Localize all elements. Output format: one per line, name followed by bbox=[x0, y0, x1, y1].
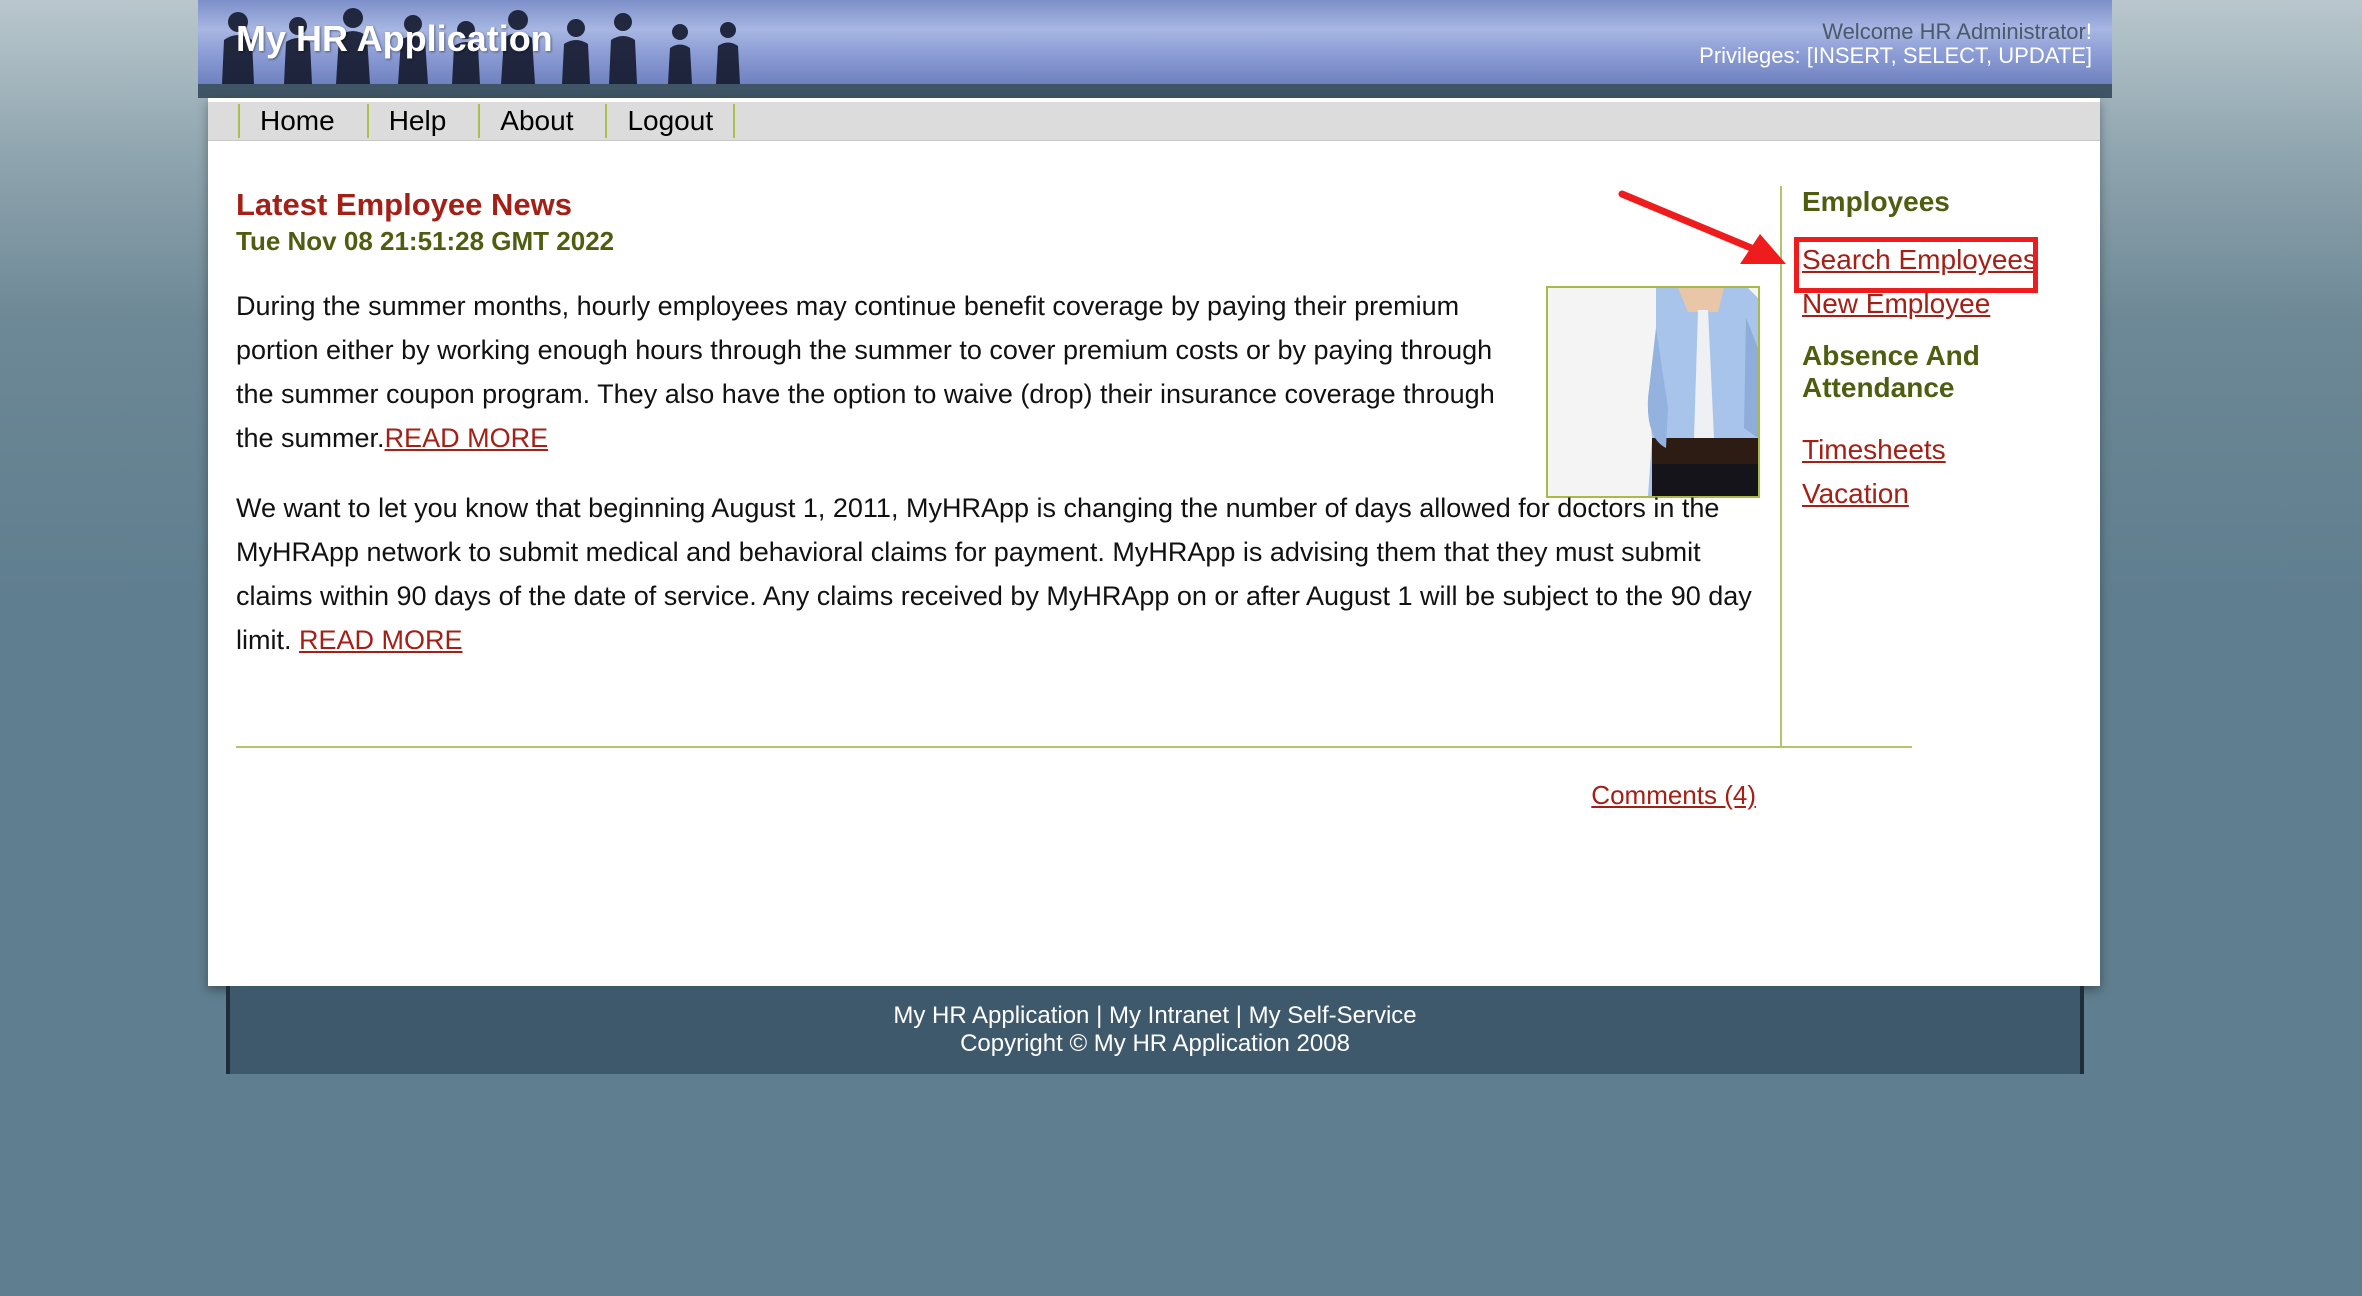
app-title: My HR Application bbox=[236, 18, 553, 59]
employee-photo bbox=[1546, 286, 1760, 498]
top-nav-bar: Home Help About Logout bbox=[208, 102, 2100, 141]
footer-link-hr-app[interactable]: My HR Application bbox=[893, 1002, 1089, 1029]
sidebar-heading-absence: Absence And Attendance bbox=[1802, 340, 1980, 403]
nav-help[interactable]: Help bbox=[366, 104, 467, 138]
nav-home[interactable]: Home bbox=[238, 104, 355, 138]
news-paragraph-1: During the summer months, hourly employe… bbox=[236, 284, 1526, 460]
welcome-text: Welcome HR Administrator bbox=[1822, 19, 2086, 44]
footer-separator-2: | bbox=[1229, 1002, 1249, 1029]
copyright-text: Copyright © My HR Application 2008 bbox=[960, 1030, 1350, 1057]
nav-about[interactable]: About bbox=[478, 104, 593, 138]
divider-line bbox=[236, 746, 1912, 748]
news-date: Tue Nov 08 21:51:28 GMT 2022 bbox=[236, 226, 615, 256]
privileges-text: Privileges: [INSERT, SELECT, UPDATE] bbox=[1699, 43, 2092, 68]
comments-link[interactable]: Comments (4) bbox=[1591, 780, 1756, 811]
content-panel: Home Help About Logout Latest Employee N… bbox=[208, 98, 2100, 986]
header-banner: My HR Application Welcome HR Administrat… bbox=[198, 0, 2112, 84]
footer-links: My HR Application | My Intranet | My Sel… bbox=[230, 1002, 2080, 1030]
vacation-link[interactable]: Vacation bbox=[1802, 472, 2082, 516]
user-info: Welcome HR Administrator! Privileges: [I… bbox=[1699, 19, 2092, 68]
news-section: Latest Employee News Tue Nov 08 21:51:28… bbox=[236, 186, 1760, 810]
footer-link-self-service[interactable]: My Self-Service bbox=[1249, 1002, 1417, 1029]
footer-link-intranet[interactable]: My Intranet bbox=[1109, 1002, 1229, 1029]
read-more-link-1[interactable]: READ MORE bbox=[385, 423, 549, 453]
news-paragraph-2: We want to let you know that beginning A… bbox=[236, 486, 1756, 662]
footer-separator-1: | bbox=[1089, 1002, 1109, 1029]
man-in-shirt-tie-image-icon bbox=[1548, 288, 1758, 496]
annotation-arrow-icon bbox=[1618, 190, 1786, 264]
news-title: Latest Employee News bbox=[236, 187, 572, 222]
news-paragraph-2-text: We want to let you know that beginning A… bbox=[236, 493, 1752, 655]
sidebar: Employees Search Employees New Employee … bbox=[1802, 186, 2082, 516]
footer: My HR Application | My Intranet | My Sel… bbox=[226, 986, 2084, 1074]
sidebar-heading-employees: Employees bbox=[1802, 186, 1950, 217]
annotation-highlight-box bbox=[1794, 237, 2038, 293]
header-divider-strip bbox=[198, 84, 2112, 98]
timesheets-link[interactable]: Timesheets bbox=[1802, 428, 2082, 472]
nav-logout[interactable]: Logout bbox=[605, 104, 736, 138]
read-more-link-2[interactable]: READ MORE bbox=[299, 625, 463, 655]
page-wrapper: My HR Application Welcome HR Administrat… bbox=[198, 0, 2112, 1074]
